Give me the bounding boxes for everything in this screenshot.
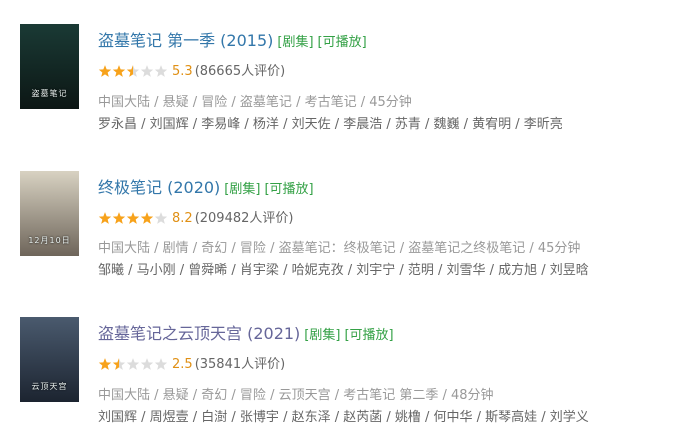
rating-score: 2.5 [172,357,193,372]
poster-image[interactable]: 云顶天宫 [20,317,79,402]
result-title-link[interactable]: 盗墓笔记 第一季 (2015) [98,31,273,50]
poster-caption: 12月10日 [28,236,71,245]
tag-series-link[interactable]: [剧集] [304,328,340,343]
star-icon [98,212,112,224]
star-icon [140,212,154,224]
rating-stars [98,211,168,226]
poster-image[interactable]: 盗墓笔记 [20,24,79,109]
star-icon [140,65,154,77]
poster-caption: 盗墓笔记 [31,89,68,98]
result-title-link[interactable]: 终极笔记 (2020) [98,178,220,197]
tag-playable-link[interactable]: [可播放] [344,328,393,343]
star-icon [98,65,112,77]
star-icon [112,358,126,370]
star-icon [112,212,126,224]
meta-info: 中国大陆 / 悬疑 / 冒险 / 盗墓笔记 / 考古笔记 / 45分钟 [98,95,412,110]
cast-list: 罗永昌 / 刘国辉 / 李易峰 / 杨洋 / 刘天佐 / 李晨浩 / 苏青 / … [98,117,563,132]
tag-playable-link[interactable]: [可播放] [264,182,313,197]
result-title-link[interactable]: 盗墓笔记之云顶天宫 (2021) [98,324,300,343]
rating-votes: (86665人评价) [194,64,286,79]
cast-list: 邹曦 / 马小刚 / 曾舜晞 / 肖宇梁 / 哈妮克孜 / 刘宇宁 / 范明 /… [98,263,589,278]
rating-score: 8.2 [172,211,193,226]
meta-info: 中国大陆 / 悬疑 / 奇幻 / 冒险 / 云顶天宫 / 考古笔记 第二季 / … [98,388,494,403]
star-icon [140,358,154,370]
star-icon [126,65,140,77]
rating-stars [98,64,168,79]
star-icon [154,212,168,224]
star-icon [112,65,126,77]
rating-score: 5.3 [172,64,193,79]
tag-series-link[interactable]: [剧集] [277,35,313,50]
poster-image[interactable]: 12月10日 [20,171,79,256]
star-icon [98,358,112,370]
tag-series-link[interactable]: [剧集] [224,182,260,197]
cast-list: 刘国辉 / 周煜壹 / 白澍 / 张博宇 / 赵东泽 / 赵芮菡 / 姚橹 / … [98,410,589,425]
star-icon [126,212,140,224]
star-icon [126,358,140,370]
star-icon [154,65,168,77]
rating-votes: (35841人评价) [194,357,286,372]
poster-caption: 云顶天宫 [31,382,68,391]
rating-votes: (209482人评价) [194,211,294,226]
star-icon [154,358,168,370]
rating-stars [98,357,168,372]
meta-info: 中国大陆 / 剧情 / 奇幻 / 冒险 / 盗墓笔记：终极笔记 / 盗墓笔记之终… [98,241,581,256]
tag-playable-link[interactable]: [可播放] [318,35,367,50]
